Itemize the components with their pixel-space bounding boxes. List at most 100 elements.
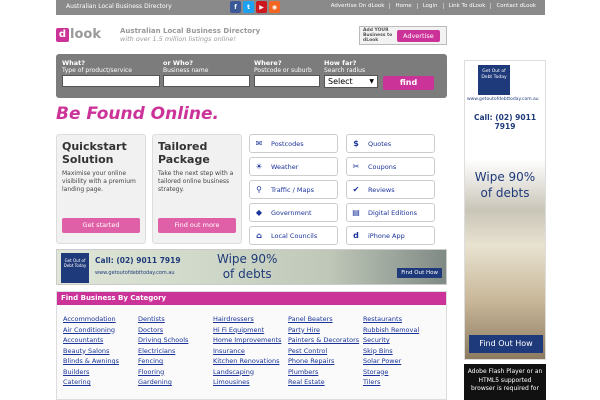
quicklink-label: Traffic / Maps [271,185,314,194]
category-link[interactable]: Rubbish Removal [363,326,438,337]
quicklink-postcodes[interactable]: ✉ Postcodes [249,134,338,153]
where-field: Where? Postcode or suburb [254,59,320,87]
top-link-advertise-on-dlook[interactable]: Advertise On dLook [326,3,390,9]
logo-d: d [56,27,69,42]
quicklink-government[interactable]: ◆ Government [249,203,338,222]
category-link[interactable]: Tilers [363,378,438,389]
category-link[interactable]: Beauty Salons [63,347,138,358]
quicklink-weather[interactable]: ☀ Weather [249,157,338,176]
rss-icon[interactable]: ◉ [269,1,280,13]
quicklink-label: Local Councils [271,231,318,240]
category-link[interactable]: Fencing [138,357,213,368]
who-input[interactable] [163,75,250,87]
radius-select[interactable]: Select ▼ [324,75,378,88]
category-link[interactable]: Dentists [138,315,213,326]
right-ad-url: www.getoutofdebttoday.com.au [467,97,539,102]
where-input[interactable] [254,75,320,87]
category-column: Dentists Doctors Driving Schools Electricia… [138,315,213,389]
quicklink-traffic-maps[interactable]: ⚲ Traffic / Maps [249,180,338,199]
category-link[interactable]: Panel Beaters [288,315,363,326]
category-link[interactable]: Blinds & Awnings [63,357,138,368]
category-link[interactable]: Restaurants [363,315,438,326]
card-title: Quickstart Solution [62,140,127,166]
radius-select-value: Select [328,77,353,86]
category-link[interactable]: Party Hire [288,326,363,337]
australia-map-icon: ◆ [255,208,263,217]
quicklink-coupons[interactable]: ✂ Coupons [346,157,435,176]
category-link[interactable]: Real Estate [288,378,363,389]
category-link[interactable]: Builders [63,368,138,379]
category-link[interactable]: Catering [63,378,138,389]
top-bar: Australian Local Business Directory f t ▶ ◉… [56,0,545,15]
category-link[interactable]: Hairdressers [213,315,288,326]
category-link[interactable]: Plumbers [288,368,363,379]
category-column: Restaurants Rubbish Removal Security Skip B… [363,315,438,389]
scissors-icon: ✂ [352,162,360,171]
quicklink-quotes[interactable]: $ Quotes [346,134,435,153]
quicklink-label: iPhone App [368,231,405,240]
quicklink-iphone-app[interactable]: d iPhone App [346,226,435,245]
dlook-app-icon: d [353,231,359,240]
category-column: Accommodation Air Conditioning Accountants… [63,315,138,389]
who-field: or Who? Business name [163,59,250,87]
category-link[interactable]: Home Improvements [213,336,288,347]
category-column: Panel Beaters Party Hire Painters & Decora… [288,315,363,389]
right-ad-wipe-line-2: of debts [480,186,530,200]
right-ad-wipe-line-1: Wipe 90% [474,170,536,184]
category-link[interactable]: Phone Repairs [288,357,363,368]
right-ad-cta-button[interactable]: Find Out How [469,335,543,353]
category-link[interactable]: Security [363,336,438,347]
category-link[interactable]: Landscaping [213,368,288,379]
youtube-icon[interactable]: ▶ [256,1,267,13]
quicklink-digital-editions[interactable]: ▤ Digital Editions [346,203,435,222]
debt-banner-ad[interactable]: Get Out of Debt Today Call: (02) 9011 79… [56,249,447,285]
category-link[interactable]: Pest Control [288,347,363,358]
advertise-box[interactable]: Add YOUR Business to dLook Advertise [359,26,447,45]
category-link[interactable]: Storage [363,368,438,379]
category-link[interactable]: Flooring [138,368,213,379]
get-started-button[interactable]: Get started [62,218,140,233]
right-debt-ad[interactable]: Get Out of Debt Today www.getoutofdebtto… [464,60,546,360]
category-link[interactable]: Electricians [138,347,213,358]
radius-label: How far? [324,59,357,67]
quicklink-label: Postcodes [271,139,304,148]
quicklink-label: Government [271,208,312,217]
category-link[interactable]: Accountants [63,336,138,347]
category-link[interactable]: Skip Bins [363,347,438,358]
category-link[interactable]: Driving Schools [138,336,213,347]
category-link[interactable]: Painters & Decorators [288,336,363,347]
category-link[interactable]: Accommodation [63,315,138,326]
quicklink-reviews[interactable]: ✔ Reviews [346,180,435,199]
top-link-login[interactable]: Login [416,3,443,9]
advertise-button[interactable]: Advertise [397,29,440,42]
where-label: Where? [254,59,282,67]
category-link[interactable]: Doctors [138,326,213,337]
banner-wipe: Wipe 90% of debts [217,252,277,282]
top-nav-links: Advertise On dLook Home Login Link To dLook… [326,3,541,9]
top-link-home[interactable]: Home [389,3,416,9]
chevron-down-icon: ▼ [369,78,374,85]
category-link[interactable]: Insurance [213,347,288,358]
category-link[interactable]: Air Conditioning [63,326,138,337]
category-link[interactable]: Kitchen Renovations [213,357,288,368]
what-input[interactable] [62,75,160,87]
category-link[interactable]: Gardening [138,378,213,389]
tailored-card: Tailored Package Take the next step with… [152,134,242,244]
category-link[interactable]: Hi Fi Equipment [213,326,288,337]
top-link-link-to-dlook[interactable]: Link To dLook [442,3,491,9]
what-field: What? Type of product/service [62,59,160,87]
top-link-contact-dlook[interactable]: Contact dLook [490,3,541,9]
quicklink-local-councils[interactable]: ⌂ Local Councils [249,226,338,245]
dlook-logo[interactable]: d look [56,27,101,42]
category-link[interactable]: Limousines [213,378,288,389]
find-button[interactable]: find [383,76,434,90]
brand-line-2: with over 1.5 million listings online! [120,35,237,43]
facebook-icon[interactable]: f [230,1,241,13]
category-link[interactable]: Solar Power [363,357,438,368]
find-out-more-button[interactable]: Find out more [158,218,236,233]
banner-cta-button[interactable]: Find Out How [397,268,442,278]
card-desc: Maximise your online visibility with a p… [62,170,136,193]
twitter-icon[interactable]: t [243,1,254,13]
category-columns: Accommodation Air Conditioning Accountants… [57,305,446,389]
social-icons: f t ▶ ◉ [230,1,280,13]
